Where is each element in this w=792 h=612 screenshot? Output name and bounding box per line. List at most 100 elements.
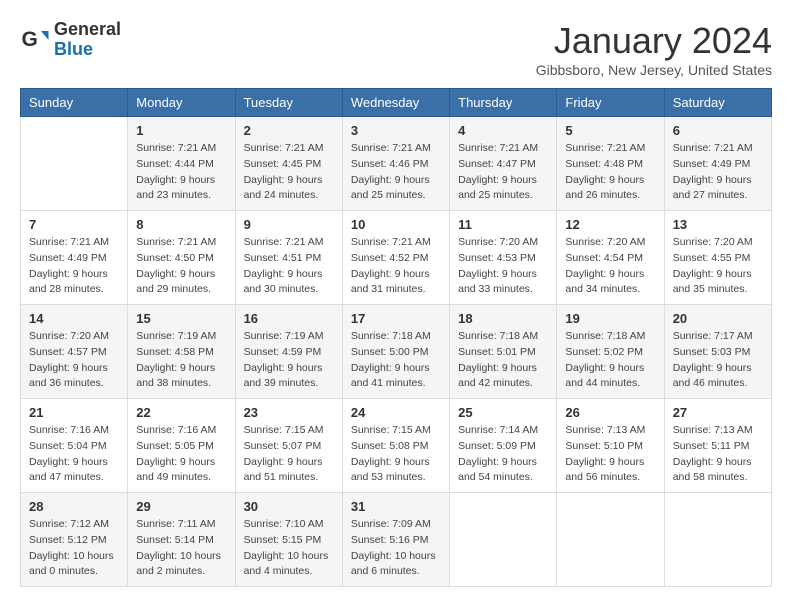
calendar-cell: 10 Sunrise: 7:21 AMSunset: 4:52 PMDayligh… xyxy=(342,211,449,305)
day-number: 11 xyxy=(458,217,548,232)
calendar-cell: 16Sunrise: 7:19 AMSunset: 4:59 PMDayligh… xyxy=(235,305,342,399)
day-number: 26 xyxy=(565,405,655,420)
day-info: Sunrise: 7:13 AMSunset: 5:11 PMDaylight:… xyxy=(673,423,763,486)
svg-text:G: G xyxy=(22,28,38,51)
day-number: 10 xyxy=(351,217,441,232)
calendar-cell: 13Sunrise: 7:20 AMSunset: 4:55 PMDayligh… xyxy=(664,211,771,305)
weekday-header-wednesday: Wednesday xyxy=(342,89,449,117)
day-number: 27 xyxy=(673,405,763,420)
calendar-cell: 19Sunrise: 7:18 AMSunset: 5:02 PMDayligh… xyxy=(557,305,664,399)
day-info: Sunrise: 7:21 AMSunset: 4:50 PMDaylight:… xyxy=(136,235,226,298)
weekday-header-monday: Monday xyxy=(128,89,235,117)
calendar-week-row: 7Sunrise: 7:21 AMSunset: 4:49 PMDaylight… xyxy=(21,211,772,305)
calendar-cell xyxy=(664,493,771,587)
day-info: Sunrise: 7:14 AMSunset: 5:09 PMDaylight:… xyxy=(458,423,548,486)
day-info: Sunrise: 7:21 AMSunset: 4:48 PMDaylight:… xyxy=(565,141,655,204)
calendar-cell: 3 Sunrise: 7:21 AMSunset: 4:46 PMDaylight… xyxy=(342,117,449,211)
calendar-cell: 2 Sunrise: 7:21 AMSunset: 4:45 PMDaylight… xyxy=(235,117,342,211)
logo-text: General Blue xyxy=(54,20,121,60)
day-info: Sunrise: 7:21 AMSunset: 4:52 PMDaylight:… xyxy=(351,235,441,298)
day-number: 25 xyxy=(458,405,548,420)
day-info: Sunrise: 7:17 AMSunset: 5:03 PMDaylight:… xyxy=(673,329,763,392)
day-number: 18 xyxy=(458,311,548,326)
logo-general: General xyxy=(54,20,121,40)
day-info: Sunrise: 7:15 AMSunset: 5:08 PMDaylight:… xyxy=(351,423,441,486)
day-number: 14 xyxy=(29,311,119,326)
day-number: 2 xyxy=(244,123,334,138)
calendar-cell xyxy=(21,117,128,211)
day-info: Sunrise: 7:16 AMSunset: 5:04 PMDaylight:… xyxy=(29,423,119,486)
month-title: January 2024 xyxy=(536,20,772,62)
day-number: 8 xyxy=(136,217,226,232)
day-number: 30 xyxy=(244,499,334,514)
calendar-cell: 21Sunrise: 7:16 AMSunset: 5:04 PMDayligh… xyxy=(21,399,128,493)
day-info: Sunrise: 7:21 AMSunset: 4:51 PMDaylight:… xyxy=(244,235,334,298)
calendar-cell: 7Sunrise: 7:21 AMSunset: 4:49 PMDaylight… xyxy=(21,211,128,305)
logo-icon: G xyxy=(20,25,50,55)
day-number: 15 xyxy=(136,311,226,326)
day-info: Sunrise: 7:20 AMSunset: 4:53 PMDaylight:… xyxy=(458,235,548,298)
calendar-cell: 17 Sunrise: 7:18 AMSunset: 5:00 PMDayligh… xyxy=(342,305,449,399)
day-info: Sunrise: 7:09 AMSunset: 5:16 PMDaylight:… xyxy=(351,517,441,580)
calendar-cell: 27 Sunrise: 7:13 AMSunset: 5:11 PMDayligh… xyxy=(664,399,771,493)
day-info: Sunrise: 7:21 AMSunset: 4:49 PMDaylight:… xyxy=(673,141,763,204)
day-number: 5 xyxy=(565,123,655,138)
weekday-header-friday: Friday xyxy=(557,89,664,117)
day-number: 29 xyxy=(136,499,226,514)
day-info: Sunrise: 7:19 AMSunset: 4:59 PMDaylight:… xyxy=(244,329,334,392)
calendar-cell: 4 Sunrise: 7:21 AMSunset: 4:47 PMDaylight… xyxy=(450,117,557,211)
calendar-cell: 6 Sunrise: 7:21 AMSunset: 4:49 PMDaylight… xyxy=(664,117,771,211)
day-number: 6 xyxy=(673,123,763,138)
calendar-cell: 5 Sunrise: 7:21 AMSunset: 4:48 PMDaylight… xyxy=(557,117,664,211)
calendar-cell: 23 Sunrise: 7:15 AMSunset: 5:07 PMDayligh… xyxy=(235,399,342,493)
day-info: Sunrise: 7:20 AMSunset: 4:54 PMDaylight:… xyxy=(565,235,655,298)
day-info: Sunrise: 7:20 AMSunset: 4:55 PMDaylight:… xyxy=(673,235,763,298)
title-area: January 2024 Gibbsboro, New Jersey, Unit… xyxy=(536,20,772,78)
day-info: Sunrise: 7:21 AMSunset: 4:45 PMDaylight:… xyxy=(244,141,334,204)
day-number: 12 xyxy=(565,217,655,232)
day-info: Sunrise: 7:19 AMSunset: 4:58 PMDaylight:… xyxy=(136,329,226,392)
day-info: Sunrise: 7:18 AMSunset: 5:01 PMDaylight:… xyxy=(458,329,548,392)
day-info: Sunrise: 7:11 AMSunset: 5:14 PMDaylight:… xyxy=(136,517,226,580)
day-info: Sunrise: 7:21 AMSunset: 4:46 PMDaylight:… xyxy=(351,141,441,204)
calendar-cell: 30 Sunrise: 7:10 AMSunset: 5:15 PMDayligh… xyxy=(235,493,342,587)
day-info: Sunrise: 7:15 AMSunset: 5:07 PMDaylight:… xyxy=(244,423,334,486)
logo-blue: Blue xyxy=(54,40,121,60)
calendar-cell: 20 Sunrise: 7:17 AMSunset: 5:03 PMDayligh… xyxy=(664,305,771,399)
day-info: Sunrise: 7:21 AMSunset: 4:44 PMDaylight:… xyxy=(136,141,226,204)
day-number: 31 xyxy=(351,499,441,514)
weekday-header-tuesday: Tuesday xyxy=(235,89,342,117)
page-header: G General Blue January 2024 Gibbsboro, N… xyxy=(20,20,772,78)
day-number: 4 xyxy=(458,123,548,138)
calendar-cell: 9Sunrise: 7:21 AMSunset: 4:51 PMDaylight… xyxy=(235,211,342,305)
weekday-header-row: SundayMondayTuesdayWednesdayThursdayFrid… xyxy=(21,89,772,117)
day-info: Sunrise: 7:10 AMSunset: 5:15 PMDaylight:… xyxy=(244,517,334,580)
calendar-week-row: 14Sunrise: 7:20 AMSunset: 4:57 PMDayligh… xyxy=(21,305,772,399)
calendar-cell xyxy=(557,493,664,587)
day-info: Sunrise: 7:18 AMSunset: 5:00 PMDaylight:… xyxy=(351,329,441,392)
calendar-cell: 8 Sunrise: 7:21 AMSunset: 4:50 PMDaylight… xyxy=(128,211,235,305)
location: Gibbsboro, New Jersey, United States xyxy=(536,62,772,78)
calendar-cell: 15 Sunrise: 7:19 AMSunset: 4:58 PMDayligh… xyxy=(128,305,235,399)
calendar-cell: 29 Sunrise: 7:11 AMSunset: 5:14 PMDayligh… xyxy=(128,493,235,587)
calendar-cell: 26Sunrise: 7:13 AMSunset: 5:10 PMDayligh… xyxy=(557,399,664,493)
day-number: 20 xyxy=(673,311,763,326)
day-info: Sunrise: 7:16 AMSunset: 5:05 PMDaylight:… xyxy=(136,423,226,486)
weekday-header-saturday: Saturday xyxy=(664,89,771,117)
day-number: 1 xyxy=(136,123,226,138)
day-number: 23 xyxy=(244,405,334,420)
calendar-cell: 11 Sunrise: 7:20 AMSunset: 4:53 PMDayligh… xyxy=(450,211,557,305)
day-info: Sunrise: 7:21 AMSunset: 4:47 PMDaylight:… xyxy=(458,141,548,204)
day-number: 22 xyxy=(136,405,226,420)
calendar-cell: 28Sunrise: 7:12 AMSunset: 5:12 PMDayligh… xyxy=(21,493,128,587)
calendar-week-row: 21Sunrise: 7:16 AMSunset: 5:04 PMDayligh… xyxy=(21,399,772,493)
weekday-header-thursday: Thursday xyxy=(450,89,557,117)
calendar-cell: 22 Sunrise: 7:16 AMSunset: 5:05 PMDayligh… xyxy=(128,399,235,493)
calendar-cell: 12 Sunrise: 7:20 AMSunset: 4:54 PMDayligh… xyxy=(557,211,664,305)
calendar-cell: 24Sunrise: 7:15 AMSunset: 5:08 PMDayligh… xyxy=(342,399,449,493)
day-number: 3 xyxy=(351,123,441,138)
logo: G General Blue xyxy=(20,20,121,60)
calendar-cell xyxy=(450,493,557,587)
calendar-cell: 31 Sunrise: 7:09 AMSunset: 5:16 PMDayligh… xyxy=(342,493,449,587)
day-number: 17 xyxy=(351,311,441,326)
